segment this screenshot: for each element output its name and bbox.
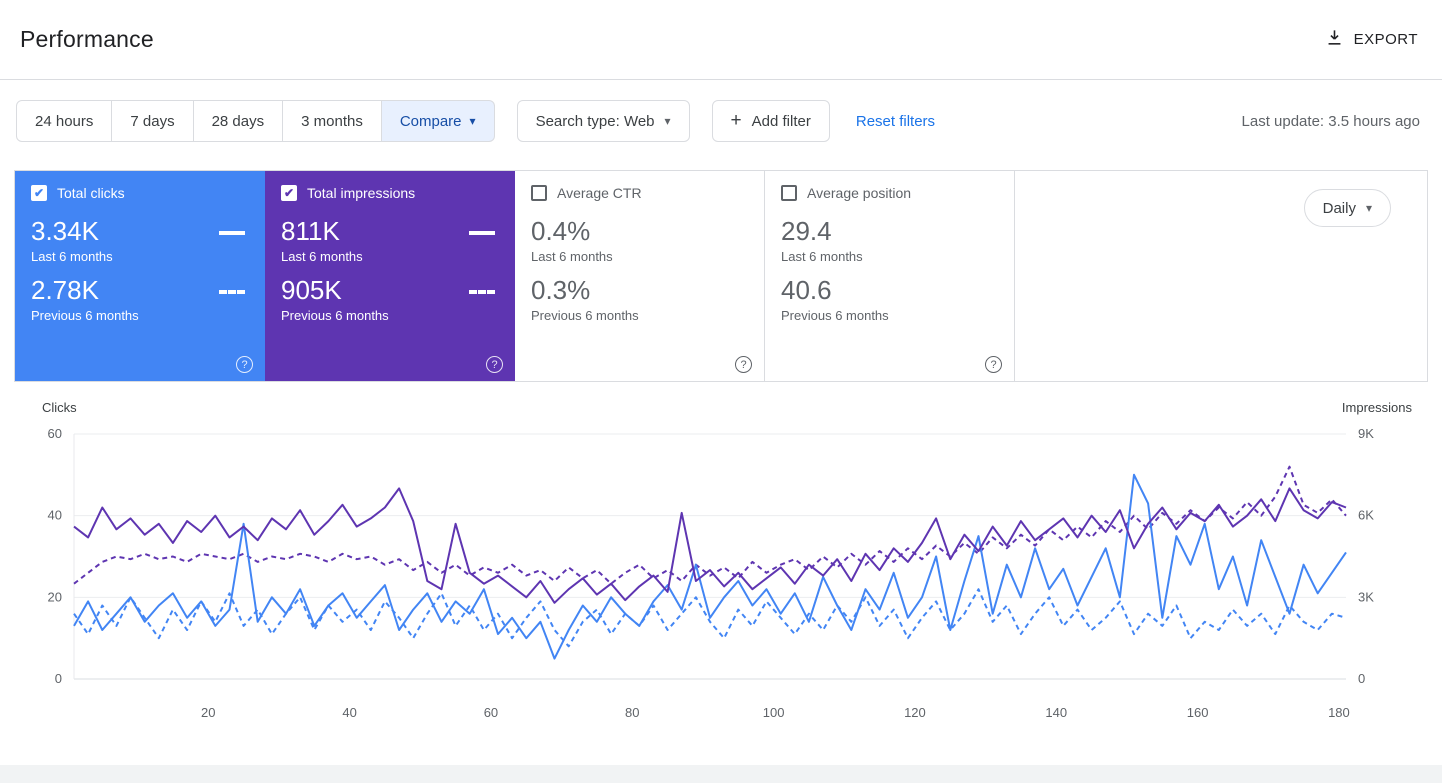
plus-icon: + [731, 110, 742, 132]
search-type-label: Search type: Web [536, 113, 655, 130]
svg-text:Clicks: Clicks [42, 400, 77, 415]
svg-text:160: 160 [1187, 705, 1209, 720]
granularity-dropdown[interactable]: Daily ▾ [1304, 189, 1391, 227]
metric-current-value: 3.34K [31, 217, 113, 247]
export-label: EXPORT [1354, 31, 1418, 48]
page-header: Performance EXPORT [0, 0, 1442, 80]
total-clicks-checkbox[interactable]: ✔ [31, 185, 47, 201]
svg-text:6K: 6K [1358, 508, 1374, 523]
add-filter-button[interactable]: + Add filter [712, 100, 830, 142]
svg-text:80: 80 [625, 705, 639, 720]
dashed-line-icon [469, 290, 495, 294]
filter-toolbar: 24 hours 7 days 28 days 3 months Compare… [16, 100, 1426, 142]
svg-text:180: 180 [1328, 705, 1350, 720]
chart-canvas[interactable]: 0 20 40 60 0 3K 6K 9K 20 40 60 80 100 120 140 160 180 Cli… [16, 394, 1416, 726]
metric-current-value: 0.4% [531, 217, 613, 247]
metric-previous-period: Previous 6 months [531, 308, 639, 323]
svg-text:100: 100 [763, 705, 785, 720]
metric-current-period: Last 6 months [781, 249, 863, 264]
svg-text:40: 40 [342, 705, 356, 720]
performance-page: Performance EXPORT 24 hours 7 days 28 da… [0, 0, 1442, 765]
metric-cards-strip: ✔ Total clicks 3.34K Last 6 months 2.78K… [14, 170, 1428, 382]
chevron-down-icon: ▾ [665, 115, 671, 127]
average-position-card[interactable]: Average position 29.4 Last 6 months 40.6… [765, 171, 1015, 381]
solid-line-icon [469, 231, 495, 235]
chevron-down-icon: ▾ [470, 115, 476, 127]
metric-previous-value: 40.6 [781, 276, 889, 306]
metric-current-period: Last 6 months [531, 249, 613, 264]
svg-text:20: 20 [48, 589, 62, 604]
average-position-checkbox[interactable] [781, 185, 797, 201]
svg-text:140: 140 [1045, 705, 1067, 720]
metric-current-value: 811K [281, 217, 363, 247]
metric-label: Average position [807, 185, 911, 201]
svg-text:0: 0 [55, 671, 62, 686]
metric-current-period: Last 6 months [281, 249, 363, 264]
performance-chart[interactable]: 0 20 40 60 0 3K 6K 9K 20 40 60 80 100 120 140 160 180 Cli… [16, 394, 1426, 731]
search-type-button[interactable]: Search type: Web ▾ [517, 100, 690, 142]
help-icon[interactable]: ? [985, 356, 1002, 373]
export-button[interactable]: EXPORT [1325, 28, 1418, 51]
metric-previous-period: Previous 6 months [281, 308, 389, 323]
date-range-group: 24 hours 7 days 28 days 3 months Compare… [16, 100, 495, 142]
page-footer-strip [0, 765, 1442, 783]
total-impressions-card[interactable]: ✔ Total impressions 811K Last 6 months 9… [265, 171, 515, 381]
metric-previous-value: 2.78K [31, 276, 139, 306]
help-icon[interactable]: ? [236, 356, 253, 373]
svg-text:3K: 3K [1358, 589, 1374, 604]
total-clicks-card[interactable]: ✔ Total clicks 3.34K Last 6 months 2.78K… [15, 171, 265, 381]
range-28-days-button[interactable]: 28 days [194, 100, 284, 142]
page-title: Performance [20, 26, 154, 53]
metric-previous-value: 905K [281, 276, 389, 306]
metric-current-period: Last 6 months [31, 249, 113, 264]
average-ctr-checkbox[interactable] [531, 185, 547, 201]
range-7-days-button[interactable]: 7 days [112, 100, 193, 142]
help-icon[interactable]: ? [486, 356, 503, 373]
chart-controls-area: Daily ▾ [1015, 171, 1427, 381]
svg-text:60: 60 [484, 705, 498, 720]
average-ctr-card[interactable]: Average CTR 0.4% Last 6 months 0.3% Prev… [515, 171, 765, 381]
dashed-line-icon [219, 290, 245, 294]
metric-current-value: 29.4 [781, 217, 863, 247]
svg-text:0: 0 [1358, 671, 1365, 686]
svg-text:40: 40 [48, 508, 62, 523]
metric-label: Average CTR [557, 185, 642, 201]
range-24-hours-button[interactable]: 24 hours [16, 100, 112, 142]
svg-text:Impressions: Impressions [1342, 400, 1413, 415]
chevron-down-icon: ▾ [1366, 202, 1372, 214]
range-3-months-button[interactable]: 3 months [283, 100, 382, 142]
metric-previous-period: Previous 6 months [31, 308, 139, 323]
metric-label: Total impressions [307, 185, 415, 201]
svg-text:20: 20 [201, 705, 215, 720]
compare-button[interactable]: Compare ▾ [382, 100, 495, 142]
compare-label: Compare [400, 113, 462, 130]
add-filter-label: Add filter [752, 113, 811, 130]
metric-previous-period: Previous 6 months [781, 308, 889, 323]
svg-text:60: 60 [48, 426, 62, 441]
help-icon[interactable]: ? [735, 356, 752, 373]
metric-previous-value: 0.3% [531, 276, 639, 306]
solid-line-icon [219, 231, 245, 235]
metric-label: Total clicks [57, 185, 125, 201]
total-impressions-checkbox[interactable]: ✔ [281, 185, 297, 201]
granularity-label: Daily [1323, 200, 1356, 217]
download-icon [1325, 28, 1344, 51]
svg-text:120: 120 [904, 705, 926, 720]
reset-filters-link[interactable]: Reset filters [856, 113, 935, 130]
svg-text:9K: 9K [1358, 426, 1374, 441]
last-update-text: Last update: 3.5 hours ago [1242, 113, 1426, 130]
